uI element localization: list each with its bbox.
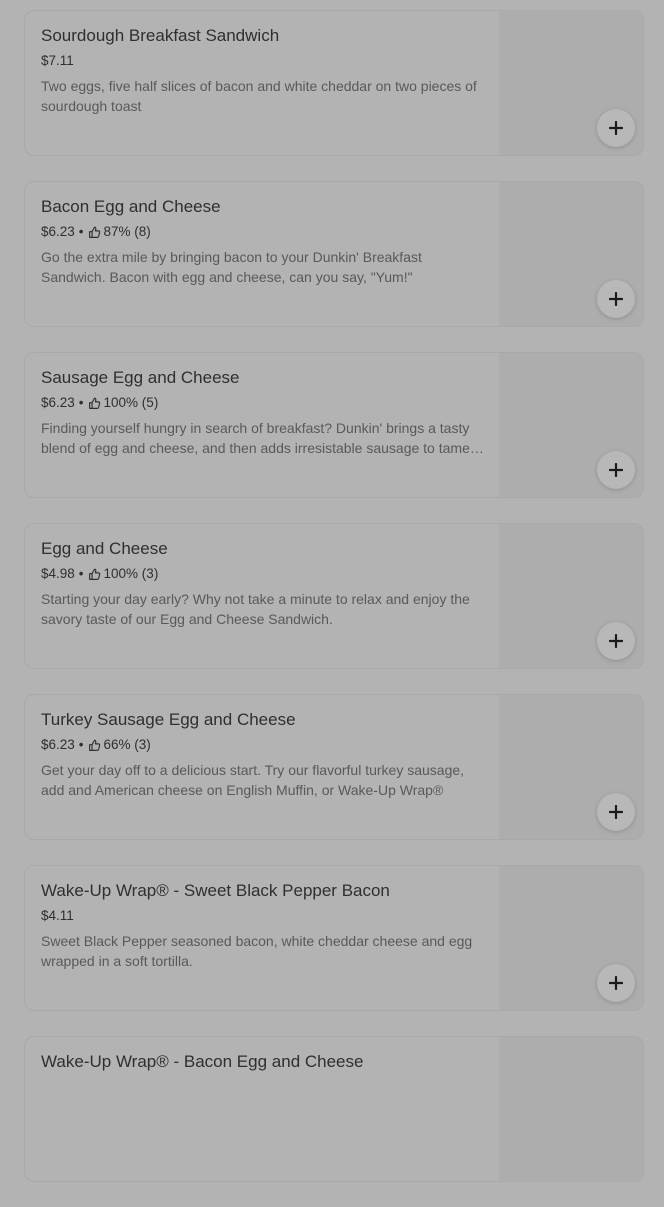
menu-item-text: Wake-Up Wrap® - Bacon Egg and Cheese [41, 1051, 487, 1073]
plus-icon [609, 805, 623, 819]
menu-item-description: Two eggs, five half slices of bacon and … [41, 78, 477, 114]
menu-item-rating: 100% (3) [103, 566, 159, 581]
menu-item-card[interactable]: Wake-Up Wrap® - Bacon Egg and Cheese [24, 1036, 644, 1182]
menu-item-meta: $7.11 [41, 52, 487, 70]
menu-item-card[interactable]: Sourdough Breakfast Sandwich $7.11 Two e… [24, 10, 644, 156]
menu-item-description: Get your day off to a delicious start. T… [41, 762, 465, 798]
menu-item-description: Finding yourself hungry in search of bre… [41, 420, 470, 456]
thumbs-up-icon [88, 739, 100, 751]
menu-item-meta: $6.23 • 66% (3) [41, 736, 487, 754]
menu-item-title: Wake-Up Wrap® - Bacon Egg and Cheese [41, 1052, 364, 1071]
menu-item-description: Go the extra mile by bringing bacon to y… [41, 249, 422, 285]
menu-item-rating: 87% (8) [103, 224, 151, 239]
menu-item-meta: $6.23 • 87% (8) [41, 223, 487, 241]
menu-item-text: Wake-Up Wrap® - Sweet Black Pepper Bacon… [41, 880, 487, 971]
menu-item-title: Turkey Sausage Egg and Cheese [41, 710, 296, 729]
menu-item-price: $4.98 [41, 566, 75, 581]
menu-item-price: $6.23 [41, 737, 75, 752]
menu-item-text: Turkey Sausage Egg and Cheese $6.23 • 66… [41, 709, 487, 800]
menu-item-title: Sourdough Breakfast Sandwich [41, 26, 280, 45]
meta-separator: • [78, 566, 84, 581]
menu-item-text: Sausage Egg and Cheese $6.23 • 100% (5) … [41, 367, 487, 458]
add-item-button[interactable] [597, 280, 635, 318]
menu-item-card[interactable]: Sausage Egg and Cheese $6.23 • 100% (5) … [24, 352, 644, 498]
menu-item-rating: 66% (3) [103, 737, 151, 752]
menu-item-text: Egg and Cheese $4.98 • 100% (3) Starting… [41, 538, 487, 629]
menu-item-card[interactable]: Bacon Egg and Cheese $6.23 • 87% (8) Go … [24, 181, 644, 327]
add-item-button[interactable] [597, 793, 635, 831]
menu-item-description: Sweet Black Pepper seasoned bacon, white… [41, 933, 473, 969]
menu-item-image [499, 1037, 643, 1181]
menu-item-title: Egg and Cheese [41, 539, 168, 558]
menu-item-price: $4.11 [41, 908, 74, 923]
menu-item-title: Wake-Up Wrap® - Sweet Black Pepper Bacon [41, 881, 390, 900]
menu-item-card[interactable]: Turkey Sausage Egg and Cheese $6.23 • 66… [24, 694, 644, 840]
menu-item-description: Starting your day early? Why not take a … [41, 591, 470, 627]
add-item-button[interactable] [597, 964, 635, 1002]
menu-item-list: Sourdough Breakfast Sandwich $7.11 Two e… [24, 10, 644, 1207]
thumbs-up-icon [88, 397, 100, 409]
plus-icon [609, 976, 623, 990]
menu-item-price: $6.23 [41, 224, 75, 239]
menu-item-title: Bacon Egg and Cheese [41, 197, 221, 216]
plus-icon [609, 463, 623, 477]
menu-item-text: Bacon Egg and Cheese $6.23 • 87% (8) Go … [41, 196, 487, 287]
add-item-button[interactable] [597, 109, 635, 147]
meta-separator: • [78, 395, 84, 410]
add-item-button[interactable] [597, 622, 635, 660]
thumbs-up-icon [88, 226, 100, 238]
menu-item-meta: $6.23 • 100% (5) [41, 394, 487, 412]
plus-icon [609, 292, 623, 306]
menu-item-title: Sausage Egg and Cheese [41, 368, 240, 387]
menu-item-price: $7.11 [41, 53, 74, 68]
menu-item-card[interactable]: Wake-Up Wrap® - Sweet Black Pepper Bacon… [24, 865, 644, 1011]
thumbs-up-icon [88, 568, 100, 580]
menu-item-rating: 100% (5) [103, 395, 159, 410]
plus-icon [609, 121, 623, 135]
menu-item-price: $6.23 [41, 395, 75, 410]
meta-separator: • [78, 224, 84, 239]
menu-item-meta: $4.98 • 100% (3) [41, 565, 487, 583]
meta-separator: • [78, 737, 84, 752]
plus-icon [609, 634, 623, 648]
menu-item-text: Sourdough Breakfast Sandwich $7.11 Two e… [41, 25, 487, 116]
add-item-button[interactable] [597, 451, 635, 489]
menu-item-meta: $4.11 [41, 907, 487, 925]
menu-item-card[interactable]: Egg and Cheese $4.98 • 100% (3) Starting… [24, 523, 644, 669]
